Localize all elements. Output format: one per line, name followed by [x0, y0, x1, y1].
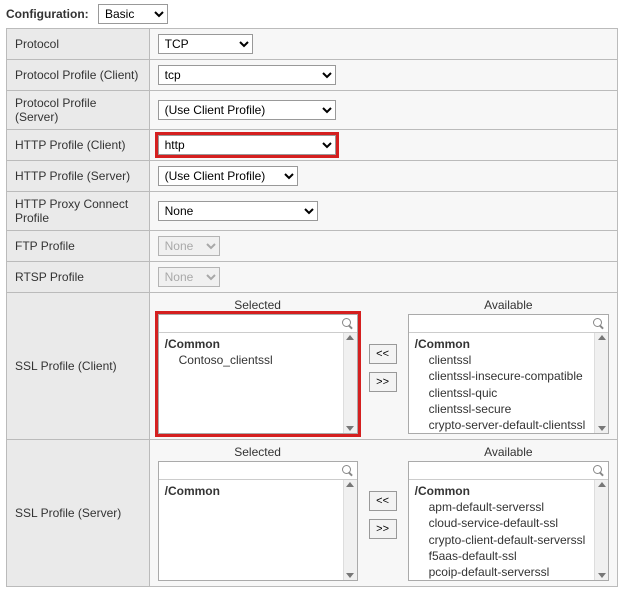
search-icon[interactable]: [342, 465, 353, 476]
http-profile-client-select[interactable]: http: [158, 135, 336, 155]
list-item[interactable]: clientssl-insecure-compatible: [415, 368, 588, 384]
ssl-client-dual-list: Selected Available /Common Contoso_clien…: [158, 298, 609, 434]
available-header: Available: [408, 445, 609, 459]
rtsp-profile-label: RTSP Profile: [7, 262, 150, 293]
move-right-button[interactable]: >>: [369, 519, 397, 539]
protocol-select[interactable]: TCP: [158, 34, 253, 54]
list-group: /Common: [415, 483, 588, 499]
scroll-down-icon[interactable]: [346, 426, 354, 431]
move-left-button[interactable]: <<: [369, 344, 397, 364]
list-group: /Common: [165, 483, 337, 499]
configuration-label: Configuration:: [6, 7, 89, 21]
http-proxy-connect-label: HTTP Proxy Connect Profile: [7, 192, 150, 231]
list-item[interactable]: apm-default-serverssl: [415, 499, 588, 515]
list-group: /Common: [415, 336, 588, 352]
available-header: Available: [408, 298, 609, 312]
list-item[interactable]: clientssl: [415, 352, 588, 368]
ssl-profile-client-label: SSL Profile (Client): [7, 293, 150, 440]
ftp-profile-select: None: [158, 236, 220, 256]
protocol-profile-server-label: Protocol Profile (Server): [7, 91, 150, 130]
scroll-up-icon[interactable]: [346, 335, 354, 340]
rtsp-profile-select: None: [158, 267, 220, 287]
ssl-server-dual-list: Selected Available /Common: [158, 445, 609, 581]
protocol-profile-client-label: Protocol Profile (Client): [7, 60, 150, 91]
list-item[interactable]: f5aas-default-ssl: [415, 548, 588, 564]
configuration-select[interactable]: Basic: [98, 4, 168, 24]
search-icon[interactable]: [342, 318, 353, 329]
ssl-client-available-list[interactable]: /Common clientssl clientssl-insecure-com…: [408, 314, 609, 434]
scroll-up-icon[interactable]: [346, 482, 354, 487]
list-item[interactable]: crypto-server-default-clientssl: [415, 417, 588, 433]
list-item[interactable]: Contoso_clientssl: [165, 352, 337, 368]
http-profile-server-label: HTTP Profile (Server): [7, 161, 150, 192]
ssl-server-available-list[interactable]: /Common apm-default-serverssl cloud-serv…: [408, 461, 609, 581]
ssl-profile-server-label: SSL Profile (Server): [7, 440, 150, 587]
selected-header: Selected: [158, 445, 358, 459]
ssl-server-selected-list[interactable]: /Common: [158, 461, 358, 581]
scroll-down-icon[interactable]: [598, 573, 606, 578]
list-item[interactable]: clientssl-secure: [415, 401, 588, 417]
selected-header: Selected: [158, 298, 358, 312]
protocol-profile-client-select[interactable]: tcp: [158, 65, 336, 85]
search-icon[interactable]: [593, 465, 604, 476]
http-proxy-connect-select[interactable]: None: [158, 201, 318, 221]
http-profile-client-label: HTTP Profile (Client): [7, 130, 150, 161]
scroll-down-icon[interactable]: [598, 426, 606, 431]
ftp-profile-label: FTP Profile: [7, 231, 150, 262]
list-item[interactable]: pcoip-default-serverssl: [415, 564, 588, 580]
scrollbar[interactable]: [343, 333, 357, 433]
list-item[interactable]: cloud-service-default-ssl: [415, 515, 588, 531]
scrollbar[interactable]: [343, 480, 357, 580]
configuration-row: Configuration: Basic: [6, 4, 618, 24]
search-icon[interactable]: [593, 318, 604, 329]
form-table: Protocol TCP Protocol Profile (Client) t…: [6, 28, 618, 587]
scrollbar[interactable]: [594, 480, 608, 580]
move-left-button[interactable]: <<: [369, 491, 397, 511]
list-group: /Common: [165, 336, 337, 352]
scroll-down-icon[interactable]: [346, 573, 354, 578]
protocol-profile-server-select[interactable]: (Use Client Profile): [158, 100, 336, 120]
protocol-label: Protocol: [7, 29, 150, 60]
ssl-client-selected-list[interactable]: /Common Contoso_clientssl: [158, 314, 358, 434]
list-item[interactable]: clientssl-quic: [415, 385, 588, 401]
scrollbar[interactable]: [594, 333, 608, 433]
http-profile-server-select[interactable]: (Use Client Profile): [158, 166, 298, 186]
scroll-up-icon[interactable]: [598, 335, 606, 340]
scroll-up-icon[interactable]: [598, 482, 606, 487]
list-item[interactable]: crypto-client-default-serverssl: [415, 532, 588, 548]
move-right-button[interactable]: >>: [369, 372, 397, 392]
